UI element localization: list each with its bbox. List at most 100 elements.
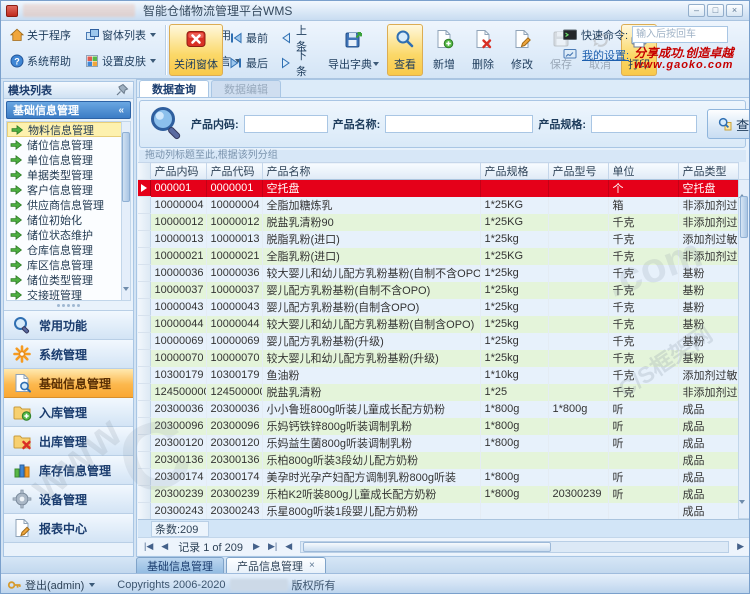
grid-cell[interactable]: 10000012	[206, 213, 263, 231]
grid-cell[interactable]: 1*25kg	[480, 298, 549, 316]
column-header-单位[interactable]: 单位	[608, 162, 679, 180]
grid-cell[interactable]: 成品	[678, 400, 739, 418]
grid-cell[interactable]: 成品	[678, 502, 739, 520]
grid-cell[interactable]: 10000037	[150, 281, 207, 299]
grid-cell[interactable]	[548, 451, 609, 469]
grid-cell[interactable]: 千克	[608, 349, 679, 367]
grid-cell[interactable]: 20300120	[150, 434, 207, 452]
grid-cell[interactable]: 20300239	[548, 485, 609, 503]
grid-cell[interactable]: 10000044	[150, 315, 207, 333]
table-row[interactable]: 10000069 10000069 婴儿配方乳粉基粉(升级) 1*25kg 千克 基粉	[138, 332, 739, 350]
sidebar-item-库区信息管理[interactable]: 库区信息管理	[7, 257, 130, 272]
table-row[interactable]: 1000000410000004全脂加糖炼乳1*25KG箱非添加剂过敏原	[138, 196, 739, 214]
row-indicator-cell[interactable]	[138, 417, 151, 435]
grid-cell[interactable]	[608, 451, 679, 469]
grid-cell[interactable]	[608, 502, 679, 520]
grid-cell[interactable]	[548, 230, 609, 248]
grid-cell[interactable]: 1*800g	[480, 434, 549, 452]
row-indicator-cell[interactable]	[138, 298, 151, 316]
grid-cell[interactable]: 20300174	[150, 468, 207, 486]
grid-cell[interactable]: 千克	[608, 230, 679, 248]
grid-cell[interactable]	[548, 332, 609, 350]
grid-cell[interactable]: 20300136	[206, 451, 263, 469]
grid-cell[interactable]: 10000044	[206, 315, 263, 333]
sidebar-splitter[interactable]	[4, 301, 133, 310]
grid-cell[interactable]: 全脂加糖炼乳	[262, 196, 481, 214]
mdi-tab-产品信息管理[interactable]: 产品信息管理 ×	[226, 557, 326, 573]
grid-cell[interactable]	[548, 281, 609, 299]
minimize-button[interactable]: –	[688, 4, 705, 17]
toolbar-button-export-dict[interactable]: 导出字典	[323, 24, 384, 76]
grid-cell[interactable]: 千克	[608, 281, 679, 299]
grid-cell[interactable]: 听	[608, 485, 679, 503]
grid-scroll-thumb[interactable]	[740, 196, 748, 238]
toolbar-button-nav-first[interactable]: 最前	[226, 25, 274, 50]
grid-cell[interactable]: 较大婴儿和幼儿配方乳粉基粉(自制含OPO)	[262, 315, 481, 333]
grid-cell[interactable]: 个	[608, 179, 679, 197]
grid-cell[interactable]	[548, 434, 609, 452]
grid-cell[interactable]: 20300239	[206, 485, 263, 503]
grid-cell[interactable]: 1*25KG	[480, 247, 549, 265]
sidebar-item-储位状态维护[interactable]: 储位状态维护	[7, 227, 130, 242]
toolbar-button-skin[interactable]: 设置皮肤	[80, 50, 161, 72]
grid-cell[interactable]: 脱盐乳清粉	[262, 383, 481, 401]
sidebar-item-供应商信息管理[interactable]: 供应商信息管理	[7, 197, 130, 212]
column-header-产品规格[interactable]: 产品规格	[480, 162, 549, 180]
toolbar-button-delete[interactable]: 删除	[465, 24, 501, 76]
grid-cell[interactable]: 基粉	[678, 315, 739, 333]
table-row[interactable]: 10000036 10000036 较大婴儿和幼儿配方乳粉基粉(自制不含OPO) 1*…	[138, 264, 739, 282]
grid-cell[interactable]: 12450000012	[206, 383, 263, 401]
toolbar-button-about[interactable]: 关于程序	[5, 24, 76, 46]
grid-cell[interactable]: 10000036	[206, 264, 263, 282]
row-indicator-cell[interactable]	[138, 315, 151, 333]
grid-cell[interactable]: 脱盐乳清粉90	[262, 213, 481, 231]
my-settings-link[interactable]: 我的设置:	[582, 47, 629, 63]
grid-cell[interactable]: 婴儿配方乳粉基粉(升级)	[262, 332, 481, 350]
module-button-出库管理[interactable]: 出库管理	[4, 427, 133, 456]
grid-cell[interactable]: 听	[608, 434, 679, 452]
table-row[interactable]: 20300036 20300036 小小鲁班800g听装儿童成长配方奶粉 1*800g…	[138, 400, 739, 418]
sidebar-item-交接班管理[interactable]: 交接班管理	[7, 287, 130, 300]
grid-cell[interactable]: 10000070	[150, 349, 207, 367]
grid-cell[interactable]: 成品	[678, 417, 739, 435]
grid-cell[interactable]: 1*800g	[480, 400, 549, 418]
table-row[interactable]: 20300120 20300120 乐妈益生菌800g听装调制乳粉 1*800g 听成品	[138, 434, 739, 452]
row-indicator-cell[interactable]	[138, 213, 151, 231]
module-button-系统管理[interactable]: 系统管理	[4, 340, 133, 369]
pin-icon[interactable]	[115, 83, 129, 97]
grid-cell[interactable]: 12450000012	[150, 383, 207, 401]
row-indicator-cell[interactable]	[138, 383, 151, 401]
grid-cell[interactable]: 非添加剂过敏原	[678, 213, 739, 231]
grid-cell[interactable]: 空托盘	[678, 179, 739, 197]
grid-cell[interactable]: 乐柏800g听装3段幼儿配方奶粉	[262, 451, 481, 469]
grid-scroll-up-icon[interactable]	[739, 182, 749, 198]
slogan-line2[interactable]: www.gaoko.com	[634, 59, 733, 71]
grid-cell[interactable]: 1*25kg	[480, 264, 549, 282]
grid-cell[interactable]: 千克	[608, 366, 679, 384]
grid-cell[interactable]	[548, 349, 609, 367]
grid-cell[interactable]	[548, 417, 609, 435]
grid-cell[interactable]: 10000021	[150, 247, 207, 265]
table-row[interactable]: 10000037 10000037 婴儿配方乳粉基粉(自制不含OPO) 1*25kg 千…	[138, 281, 739, 299]
grid-cell[interactable]: 0000001	[206, 179, 263, 197]
module-button-设备管理[interactable]: 设备管理	[4, 485, 133, 514]
grid-cell[interactable]: 成品	[678, 434, 739, 452]
grid-cell[interactable]: 10000036	[150, 264, 207, 282]
close-tab-icon[interactable]: ×	[309, 560, 315, 571]
row-indicator-cell[interactable]	[138, 349, 151, 367]
table-row[interactable]: 20300239 20300239 乐柏K2听装800g儿童成长配方奶粉 1*800g…	[138, 485, 739, 503]
grid-cell[interactable]	[480, 179, 549, 197]
grid-cell[interactable]: 成品	[678, 468, 739, 486]
grid-cell[interactable]: 全脂乳粉(进口)	[262, 247, 481, 265]
grid-cell[interactable]: 1*10kg	[480, 366, 549, 384]
table-row[interactable]: 1000001310000013脱脂乳粉(进口)1*25kg千克添加剂过敏原	[138, 230, 739, 248]
sidebar-item-储位初始化[interactable]: 储位初始化	[7, 212, 130, 227]
column-header-产品内码[interactable]: 产品内码	[150, 162, 207, 180]
product-code-input[interactable]	[243, 115, 328, 133]
toolbar-button-close-window[interactable]: 关闭窗体	[169, 24, 223, 76]
grid-cell[interactable]: 20300174	[206, 468, 263, 486]
pager-first-button[interactable]: |◀	[142, 541, 155, 552]
table-row[interactable]: 20300096 20300096 乐妈钙铁锌800g听装调制乳粉 1*800g 听成品	[138, 417, 739, 435]
grid-cell[interactable]	[548, 247, 609, 265]
grid-cell[interactable]: 听	[608, 468, 679, 486]
